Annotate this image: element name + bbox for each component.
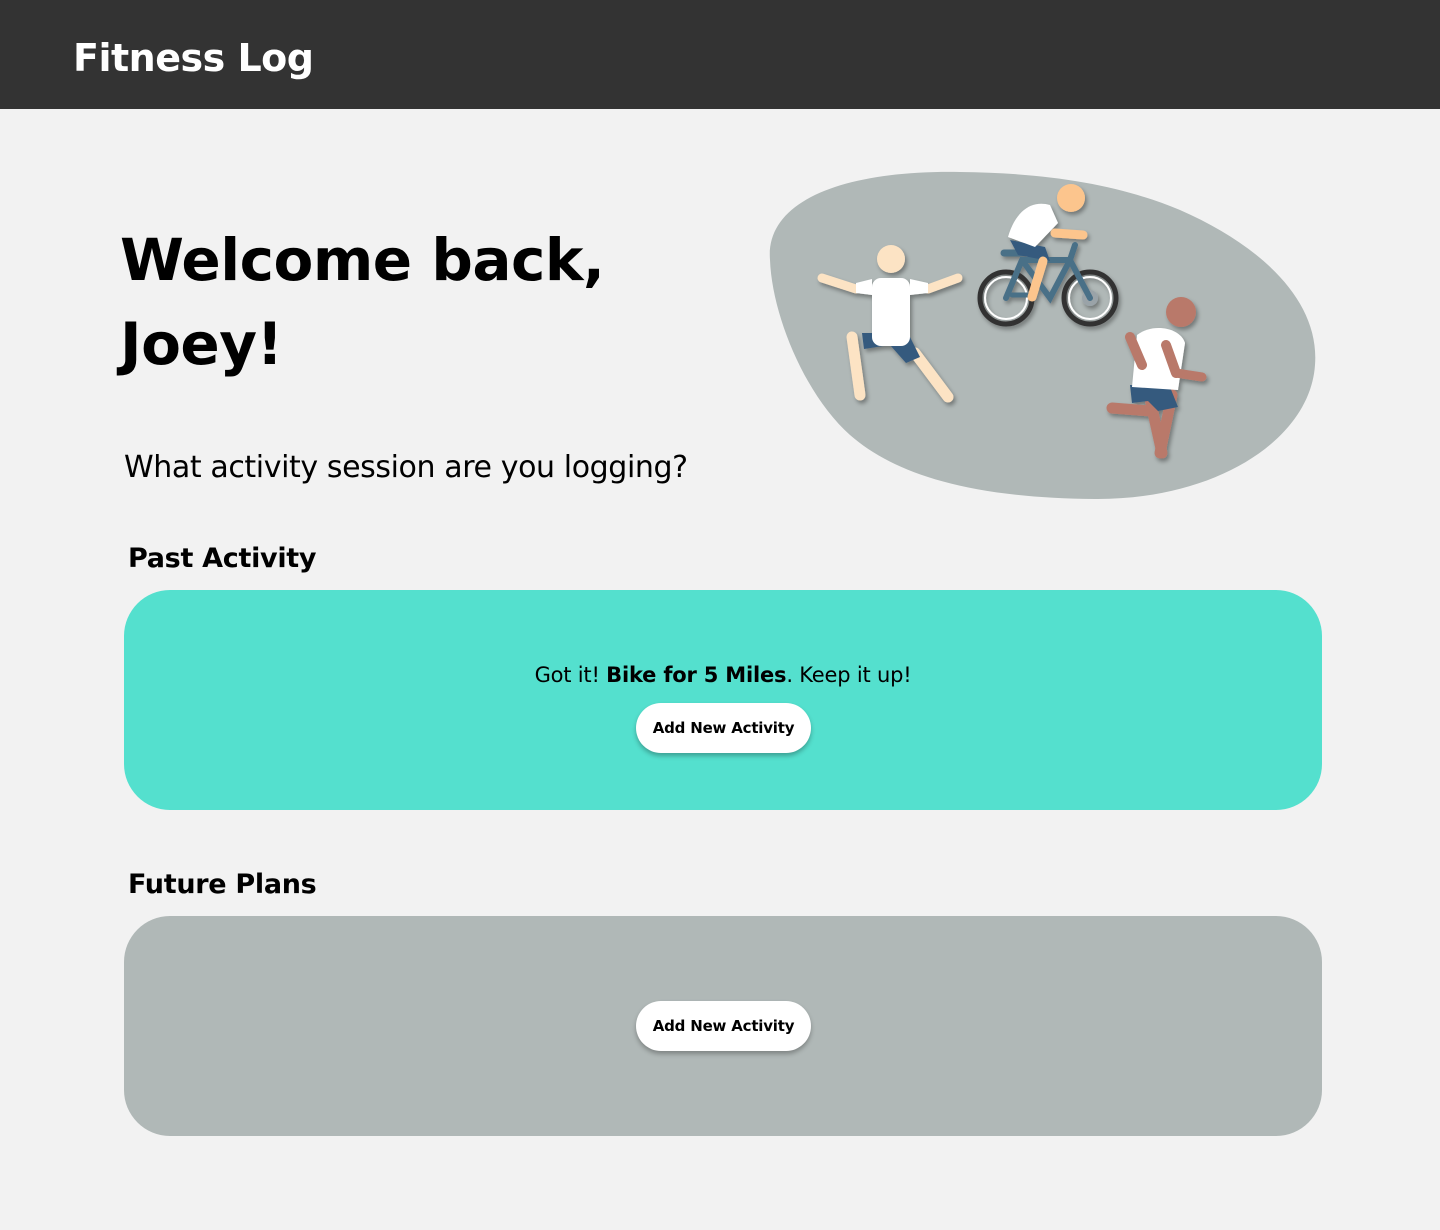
past-activity-message: Got it! Bike for 5 Miles. Keep it up! <box>124 660 1322 690</box>
app-title: Fitness Log <box>73 36 314 80</box>
welcome-name: Joey! <box>120 310 283 378</box>
future-plans-card: Add New Activity <box>124 916 1322 1136</box>
welcome-line-1: Welcome back, <box>120 226 605 294</box>
activity-prompt: What activity session are you logging? <box>124 450 688 485</box>
top-bar: Fitness Log <box>0 0 1440 109</box>
welcome-heading: Welcome back, Joey! <box>120 218 720 386</box>
hero-illustration <box>769 171 1316 500</box>
future-add-activity-button[interactable]: Add New Activity <box>636 1001 811 1051</box>
past-activity-card: Got it! Bike for 5 Miles. Keep it up! Ad… <box>124 590 1322 810</box>
message-activity: Bike for 5 Miles <box>606 663 787 687</box>
message-suffix: . Keep it up! <box>786 663 912 687</box>
past-add-activity-button[interactable]: Add New Activity <box>636 703 811 753</box>
past-activity-title: Past Activity <box>128 543 317 574</box>
message-prefix: Got it! <box>534 663 607 687</box>
future-plans-title: Future Plans <box>128 869 317 900</box>
